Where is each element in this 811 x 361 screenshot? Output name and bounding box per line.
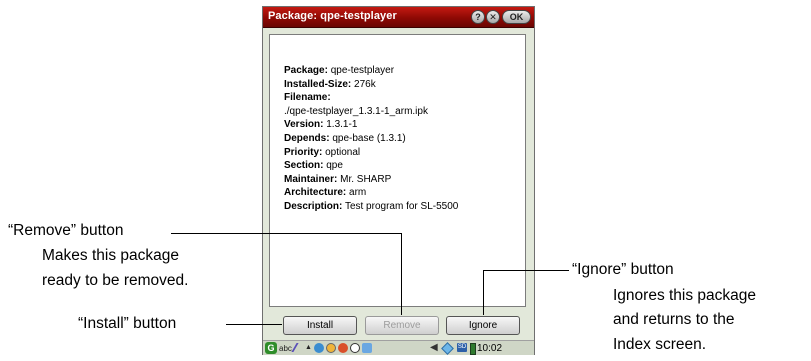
info-key: Architecture:: [284, 187, 347, 199]
app-icon[interactable]: [338, 343, 348, 353]
info-value: ./qpe-testplayer_1.3.1-1_arm.ipk: [284, 105, 428, 117]
info-row-filename-value: ./qpe-testplayer_1.3.1-1_arm.ipk: [284, 105, 524, 119]
info-row-filename: Filename:: [284, 91, 524, 105]
install-button[interactable]: Install: [283, 316, 357, 335]
info-row-package: Package: qpe-testplayer: [284, 64, 524, 78]
info-row-description: Description: Test program for SL-5500: [284, 200, 524, 214]
info-row-version: Version: 1.3.1-1: [284, 118, 524, 132]
package-info-list: Package: qpe-testplayer Installed-Size: …: [284, 64, 524, 214]
callout-install-title: “Install” button: [78, 315, 177, 332]
callout-remove-line: [171, 233, 401, 234]
ok-button[interactable]: OK: [502, 10, 531, 24]
info-key: Maintainer:: [284, 173, 338, 185]
callout-ignore-line-vertical: [483, 270, 484, 315]
info-row-installed-size: Installed-Size: 276k: [284, 78, 524, 92]
speaker-icon[interactable]: ◀: [430, 342, 438, 354]
info-key: Depends:: [284, 132, 330, 144]
pda-window: Package: qpe-testplayer ? ✕ OK Package: …: [262, 6, 535, 355]
package-details-panel: Package: qpe-testplayer Installed-Size: …: [269, 34, 526, 307]
callout-ignore-title: “Ignore” button: [572, 261, 674, 278]
network-icon[interactable]: [441, 342, 454, 355]
info-value: 276k: [351, 78, 376, 90]
app-icon[interactable]: [362, 343, 372, 353]
ignore-button[interactable]: Ignore: [446, 316, 520, 335]
callout-remove-title: “Remove” button: [8, 222, 124, 239]
close-button[interactable]: ✕: [486, 10, 500, 24]
taskbar: G abc ▲ ◀ SD 10:02: [263, 340, 534, 355]
info-key: Filename:: [284, 92, 331, 104]
info-value: Test program for SL-5500: [342, 200, 459, 212]
sd-card-icon[interactable]: SD: [457, 343, 467, 352]
clock-display[interactable]: 10:02: [477, 342, 502, 354]
up-arrow-icon[interactable]: ▲: [305, 342, 312, 354]
callout-remove-desc-2: ready to be removed.: [42, 272, 189, 289]
info-key: Version:: [284, 119, 324, 131]
info-row-depends: Depends: qpe-base (1.3.1): [284, 132, 524, 146]
info-row-maintainer: Maintainer: Mr. SHARP: [284, 173, 524, 187]
callout-install-line: [226, 324, 282, 325]
app-icon[interactable]: [326, 343, 336, 353]
start-icon[interactable]: G: [265, 342, 277, 354]
clock-icon[interactable]: [350, 343, 360, 353]
info-value: qpe: [323, 160, 343, 172]
info-key: Installed-Size:: [284, 78, 352, 90]
input-method-indicator[interactable]: abc: [279, 342, 292, 354]
title-bar: Package: qpe-testplayer ? ✕ OK: [263, 7, 534, 28]
remove-button[interactable]: Remove: [365, 316, 439, 335]
info-row-priority: Priority: optional: [284, 146, 524, 160]
info-value: arm: [346, 187, 367, 199]
info-value: 1.3.1-1: [323, 119, 358, 131]
callout-ignore-desc-2: and returns to the: [613, 311, 735, 328]
info-row-architecture: Architecture: arm: [284, 186, 524, 200]
battery-icon[interactable]: [470, 343, 476, 355]
info-key: Package:: [284, 65, 328, 76]
callout-remove-desc-1: Makes this package: [42, 247, 179, 264]
window-title: Package: qpe-testplayer: [268, 10, 397, 22]
info-value: qpe-base (1.3.1): [329, 132, 406, 144]
info-key: Section:: [284, 160, 324, 172]
info-value: qpe-testplayer: [327, 65, 395, 76]
info-row-section: Section: qpe: [284, 159, 524, 173]
help-button[interactable]: ?: [471, 10, 485, 24]
callout-ignore-line: [483, 270, 569, 271]
info-key: Priority:: [284, 146, 323, 158]
info-value: Mr. SHARP: [337, 173, 392, 185]
info-key: Description:: [284, 200, 343, 212]
callout-ignore-desc-3: Index screen.: [613, 336, 707, 353]
callout-ignore-desc-1: Ignores this package: [613, 287, 757, 304]
app-icon[interactable]: [314, 343, 324, 353]
callout-remove-line-vertical: [401, 233, 402, 315]
info-value: optional: [322, 146, 361, 158]
